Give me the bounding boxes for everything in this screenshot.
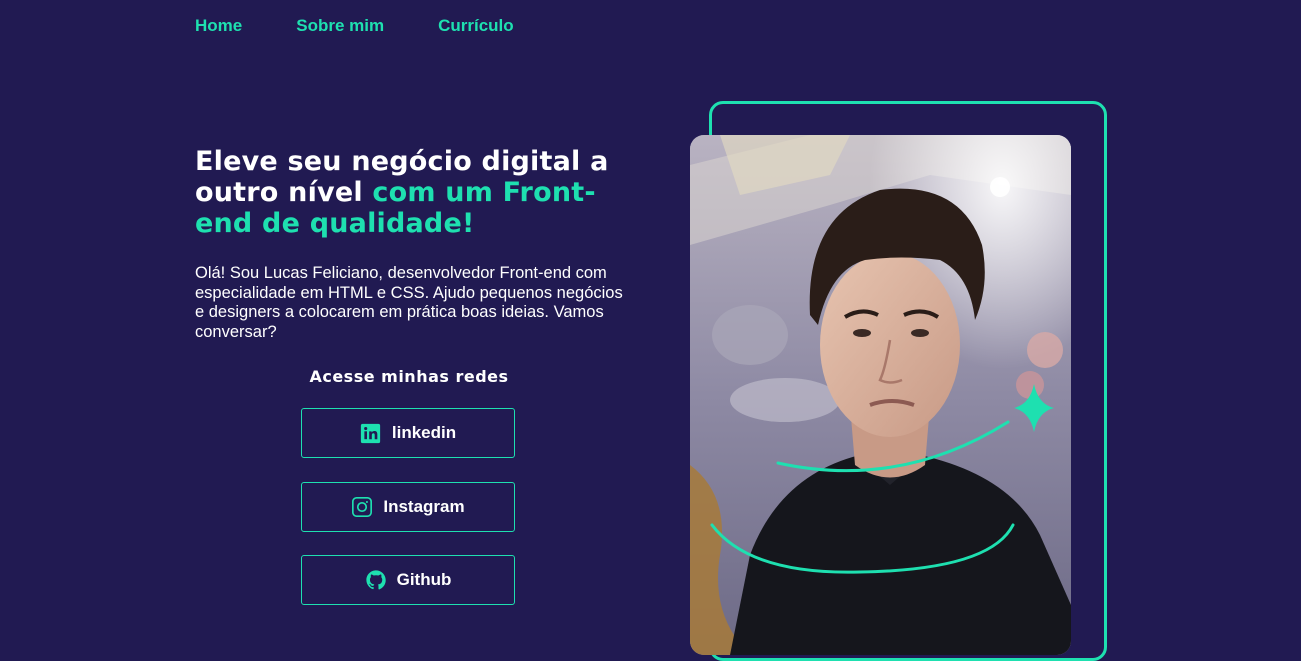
hero-intro: Olá! Sou Lucas Feliciano, desenvolvedor … [195, 264, 623, 341]
linkedin-button[interactable]: linkedin [301, 408, 515, 458]
nav-home-link[interactable]: Home [195, 16, 242, 36]
github-label: Github [396, 570, 452, 589]
profile-photo [690, 135, 1071, 655]
linkedin-label: linkedin [391, 423, 457, 442]
nav-resume-link[interactable]: Currículo [438, 16, 514, 36]
instagram-label: Instagram [383, 497, 465, 516]
linkedin-icon [360, 422, 382, 444]
instagram-button[interactable]: Instagram [301, 482, 515, 532]
main-nav: Home Sobre mim Currículo [195, 16, 514, 36]
instagram-icon [351, 496, 373, 518]
nav-about-link[interactable]: Sobre mim [296, 16, 384, 36]
networks-title: Acesse minhas redes [309, 367, 509, 386]
hero-headline: Eleve seu negócio digital a outro nível … [195, 146, 635, 239]
github-icon [365, 569, 387, 591]
github-button[interactable]: Github [301, 555, 515, 605]
